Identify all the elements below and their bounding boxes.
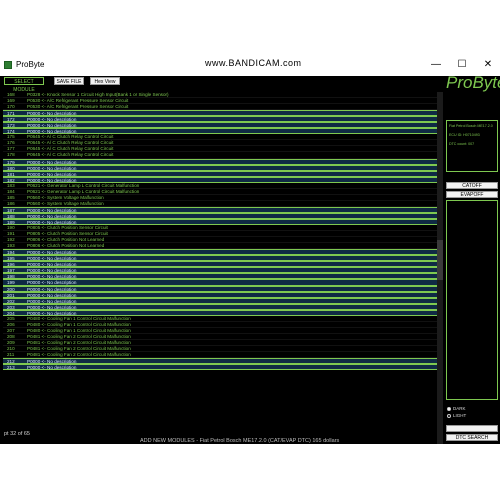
theme-dark-label: DARK (453, 406, 466, 411)
row-text: P0560 <- System Voltage Malfunction (27, 194, 104, 200)
app-window: ProByte www.BANDICAM.com — ☐ ✕ SELECT MO… (0, 0, 500, 500)
list-item[interactable]: 213 P0000 <- No description (3, 364, 437, 371)
row-text: P0805 <- Clutch Position Sensor Circuit (27, 225, 108, 231)
hex-view-button[interactable]: Hex View (90, 77, 120, 85)
row-text: P0481 <- Cooling Fan 2 Control Circuit M… (27, 345, 131, 351)
row-text: P0645 <- A/ C Clutch Relay Control Circu… (27, 146, 114, 152)
row-text: P0806 <- Clutch Position Not Learned (27, 237, 105, 243)
scroll-thumb[interactable] (437, 240, 443, 280)
row-text: P0621 <- Generator Lamp L Control Circui… (27, 182, 140, 188)
row-text: P0000 <- No description (27, 365, 77, 371)
row-text: P0480 <- Cooling Fan 1 Control Circuit M… (27, 327, 131, 333)
dtc-search-input[interactable] (446, 425, 498, 432)
row-text: P0481 <- Cooling Fan 2 Control Circuit M… (27, 333, 131, 339)
row-text: P0621 <- Generator Lamp L Control Circui… (27, 188, 140, 194)
app-icon (4, 61, 12, 69)
radio-unselected-icon (447, 413, 451, 418)
ecu-info-line: DTC count: 007 (449, 142, 475, 146)
ecu-info-line: ECU ID: H0710493 (449, 133, 480, 137)
theme-light-radio[interactable]: LIGHT (447, 413, 466, 418)
bottom-margin (0, 444, 500, 500)
radio-selected-icon (447, 406, 451, 411)
dtc-search-button[interactable]: DTC SEARCH (446, 434, 498, 441)
row-text: P0328 <- Knock Sensor 1 Circuit High Inp… (27, 92, 169, 97)
row-text: P0645 <- A/ C Clutch Relay Control Circu… (27, 152, 114, 158)
row-text: P0645 <- A/ C Clutch Relay Control Circu… (27, 134, 114, 140)
status-text: pt 32 of 65 (4, 431, 30, 437)
row-text: P0530 <- A/C Refrigerant Pressure Sensor… (27, 104, 129, 110)
row-text: P0530 <- A/C Refrigerant Pressure Sensor… (27, 98, 129, 104)
title-bar: ProByte www.BANDICAM.com — ☐ ✕ (0, 0, 500, 76)
select-module-button[interactable]: SELECT MODULE (4, 77, 44, 93)
main-body: SELECT MODULE SAVE FILE Hex View ProByte… (0, 73, 500, 500)
row-text: P0560 <- System Voltage Malfunction (27, 200, 104, 206)
row-text: P0480 <- Cooling Fan 1 Control Circuit M… (27, 321, 131, 327)
row-text: P0806 <- Clutch Position Not Learned (27, 243, 105, 249)
row-text: P0481 <- Cooling Fan 2 Control Circuit M… (27, 352, 131, 358)
dtc-list[interactable]: 168 P0328 <- Knock Sensor 1 Circuit High … (3, 92, 437, 444)
row-text: P0805 <- Clutch Position Sensor Circuit (27, 231, 108, 237)
save-file-button[interactable]: SAVE FILE (54, 77, 84, 85)
theme-dark-radio[interactable]: DARK (447, 406, 466, 411)
close-icon[interactable]: ✕ (478, 58, 498, 72)
ecu-info-line: Fiat Petrol Bosch ME17.2.0 (449, 124, 493, 128)
row-text: P0481 <- Cooling Fan 2 Control Circuit M… (27, 339, 131, 345)
maximize-icon[interactable]: ☐ (452, 58, 472, 72)
list-scrollbar[interactable] (437, 92, 443, 448)
brand-logo-text: ProByte (446, 73, 500, 92)
row-number: 213 (7, 365, 15, 371)
window-title: ProByte (16, 60, 45, 69)
row-text: P0645 <- A/ C Clutch Relay Control Circu… (27, 140, 114, 146)
ecu-info-panel: Fiat Petrol Bosch ME17.2.0 ECU ID: H0710… (446, 120, 498, 172)
minimize-icon[interactable]: — (426, 58, 446, 72)
theme-light-label: LIGHT (453, 413, 467, 418)
evapoff-button[interactable]: EVAPOFF (446, 191, 498, 198)
row-text: P0480 <- Cooling Fan 1 Control Circuit M… (27, 315, 131, 321)
side-options-box (446, 200, 498, 400)
catoff-button[interactable]: CATOFF (446, 182, 498, 189)
watermark-text: www.BANDICAM.com (205, 58, 302, 68)
